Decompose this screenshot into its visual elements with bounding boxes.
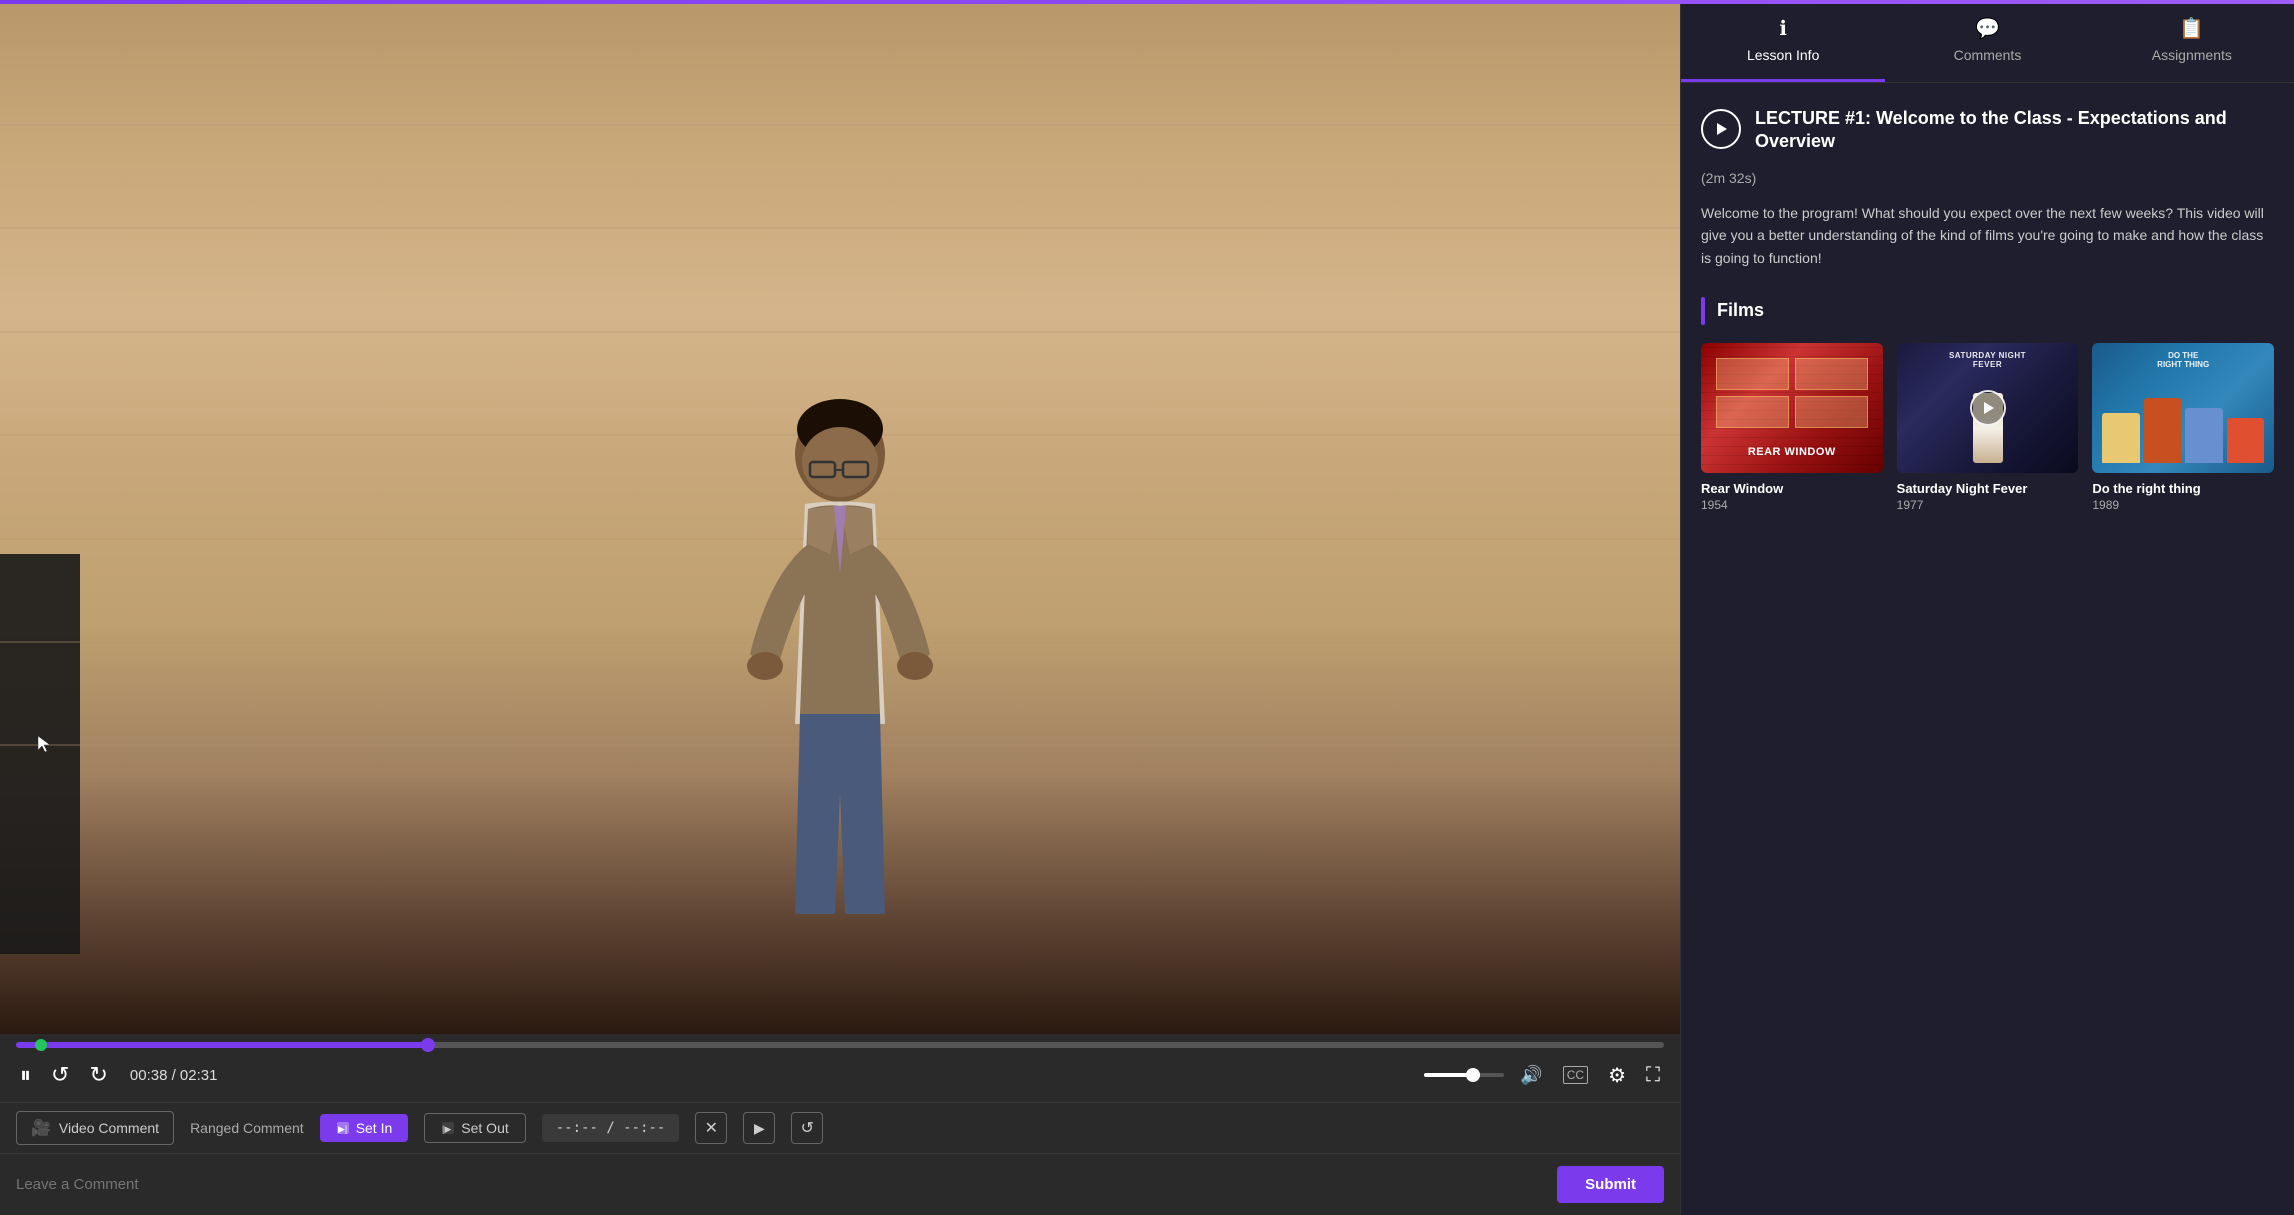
- pause-button[interactable]: [16, 1058, 35, 1092]
- video-comment-label: Video Comment: [59, 1120, 159, 1136]
- cc-button[interactable]: [1559, 1062, 1592, 1088]
- snf-play-overlay[interactable]: [1970, 390, 2006, 426]
- drtt-fig-4: [2227, 418, 2264, 463]
- snf-text: SATURDAY NIGHTFEVER: [1897, 351, 2079, 369]
- time-range-display: --:-- / --:--: [542, 1114, 680, 1142]
- controls-bar: 00:38 / 02:31: [0, 1048, 1680, 1102]
- progress-dot: [421, 1038, 435, 1052]
- films-header: Films: [1701, 297, 2274, 325]
- lesson-info-icon: [1779, 16, 1787, 41]
- film-name-snf: Saturday Night Fever: [1897, 481, 2079, 496]
- set-out-icon: |▶: [441, 1121, 455, 1135]
- comments-icon: [1975, 16, 2000, 41]
- volume-track[interactable]: [1424, 1073, 1504, 1077]
- film-thumbnail-rear-window: REAR WINDOW: [1701, 343, 1883, 473]
- snf-play-icon: [1981, 401, 1995, 415]
- snf-bg: SATURDAY NIGHTFEVER: [1897, 343, 2079, 473]
- tab-lesson-info-label: Lesson Info: [1747, 47, 1819, 63]
- clear-range-button[interactable]: ✕: [695, 1112, 727, 1144]
- lecture-title: LECTURE #1: Welcome to the Class - Expec…: [1755, 107, 2274, 154]
- film-card-rear-window[interactable]: REAR WINDOW Rear Window 1954: [1701, 343, 1883, 512]
- film-thumbnail-drtt: DO THERIGHT THING: [2092, 343, 2274, 473]
- lecture-header: LECTURE #1: Welcome to the Class - Expec…: [1701, 107, 2274, 154]
- film-year-rear-window: 1954: [1701, 498, 1883, 512]
- tab-comments-label: Comments: [1954, 47, 2022, 63]
- film-year-snf: 1977: [1897, 498, 2079, 512]
- set-out-label: Set Out: [461, 1120, 508, 1136]
- films-title: Films: [1717, 300, 1764, 321]
- film-name-drtt: Do the right thing: [2092, 481, 2274, 496]
- time-display: 00:38 / 02:31: [130, 1067, 218, 1084]
- film-year-drtt: 1989: [2092, 498, 2274, 512]
- clear-icon: ✕: [705, 1118, 718, 1138]
- rw-window-1: [1716, 358, 1789, 390]
- set-in-icon: ▶|: [336, 1121, 350, 1135]
- leave-comment-row: Submit: [0, 1153, 1680, 1215]
- drtt-fig-2: [2144, 398, 2181, 463]
- comment-row: 🎥 Video Comment Ranged Comment ▶| Set In…: [0, 1102, 1680, 1153]
- top-accent-bar: [0, 0, 2294, 4]
- panel-tabs: Lesson Info Comments Assignments: [1681, 0, 2294, 83]
- rw-windows: [1716, 358, 1868, 428]
- comment-dot: [35, 1039, 47, 1051]
- films-grid: REAR WINDOW Rear Window 1954 SATURDAY NI…: [1701, 343, 2274, 512]
- tab-assignments[interactable]: Assignments: [2090, 0, 2294, 82]
- films-accent-bar: [1701, 297, 1705, 325]
- video-section: 00:38 / 02:31 🎥 Video Comment Ranged Com…: [0, 0, 1680, 1215]
- set-in-label: Set In: [356, 1120, 393, 1136]
- film-name-rear-window: Rear Window: [1701, 481, 1883, 496]
- video-comment-button[interactable]: 🎥 Video Comment: [16, 1111, 174, 1145]
- drtt-fig-1: [2102, 413, 2139, 463]
- settings-button[interactable]: [1604, 1059, 1630, 1092]
- play-triangle: [1713, 121, 1729, 137]
- film-card-drtt[interactable]: DO THERIGHT THING Do the right thing 198…: [2092, 343, 2274, 512]
- volume-thumb[interactable]: [1466, 1068, 1480, 1082]
- set-in-button[interactable]: ▶| Set In: [320, 1114, 409, 1142]
- tab-assignments-label: Assignments: [2152, 47, 2232, 63]
- fullscreen-button[interactable]: [1642, 1060, 1664, 1091]
- person-figure: [700, 374, 980, 974]
- refresh-icon: ↺: [801, 1118, 814, 1138]
- play-small-icon: ▶: [754, 1120, 765, 1137]
- film-card-snf[interactable]: SATURDAY NIGHTFEVER Saturday Night F: [1897, 343, 2079, 512]
- rw-window-3: [1716, 396, 1789, 428]
- set-out-button[interactable]: |▶ Set Out: [424, 1113, 525, 1143]
- camera-icon: 🎥: [31, 1118, 51, 1138]
- rewind-button[interactable]: [47, 1058, 73, 1092]
- lecture-play-icon[interactable]: [1701, 109, 1741, 149]
- right-panel: Lesson Info Comments Assignments LECTURE…: [1680, 0, 2294, 1215]
- submit-button[interactable]: Submit: [1557, 1166, 1664, 1203]
- tab-lesson-info[interactable]: Lesson Info: [1681, 0, 1885, 82]
- rw-window-2: [1795, 358, 1868, 390]
- forward-button[interactable]: [85, 1058, 111, 1092]
- comment-input[interactable]: [16, 1176, 1545, 1193]
- lecture-description: Welcome to the program! What should you …: [1701, 202, 2274, 269]
- drtt-figures: [2102, 398, 2264, 463]
- drtt-fig-3: [2185, 408, 2222, 463]
- lecture-duration: (2m 32s): [1701, 170, 2274, 186]
- ranged-comment-label: Ranged Comment: [190, 1120, 304, 1136]
- svg-text:|▶: |▶: [442, 1124, 451, 1134]
- film-thumbnail-snf: SATURDAY NIGHTFEVER: [1897, 343, 2079, 473]
- volume-control[interactable]: [1424, 1073, 1504, 1077]
- panel-content: LECTURE #1: Welcome to the Class - Expec…: [1681, 83, 2294, 1215]
- rw-title-text: REAR WINDOW: [1701, 446, 1883, 458]
- drtt-bg: DO THERIGHT THING: [2092, 343, 2274, 473]
- progress-fill: [16, 1042, 428, 1048]
- progress-area: [0, 1034, 1680, 1048]
- volume-button[interactable]: [1516, 1061, 1546, 1090]
- svg-text:▶|: ▶|: [338, 1124, 347, 1134]
- video-player[interactable]: [0, 0, 1680, 1034]
- rw-window-4: [1795, 396, 1868, 428]
- play-range-button[interactable]: ▶: [743, 1112, 775, 1144]
- films-section: Films REAR WINDOW Rear: [1701, 297, 2274, 512]
- refresh-button[interactable]: ↺: [791, 1112, 823, 1144]
- progress-track[interactable]: [16, 1042, 1664, 1048]
- assignments-icon: [2179, 16, 2204, 41]
- drtt-text: DO THERIGHT THING: [2092, 351, 2274, 369]
- tab-comments[interactable]: Comments: [1885, 0, 2089, 82]
